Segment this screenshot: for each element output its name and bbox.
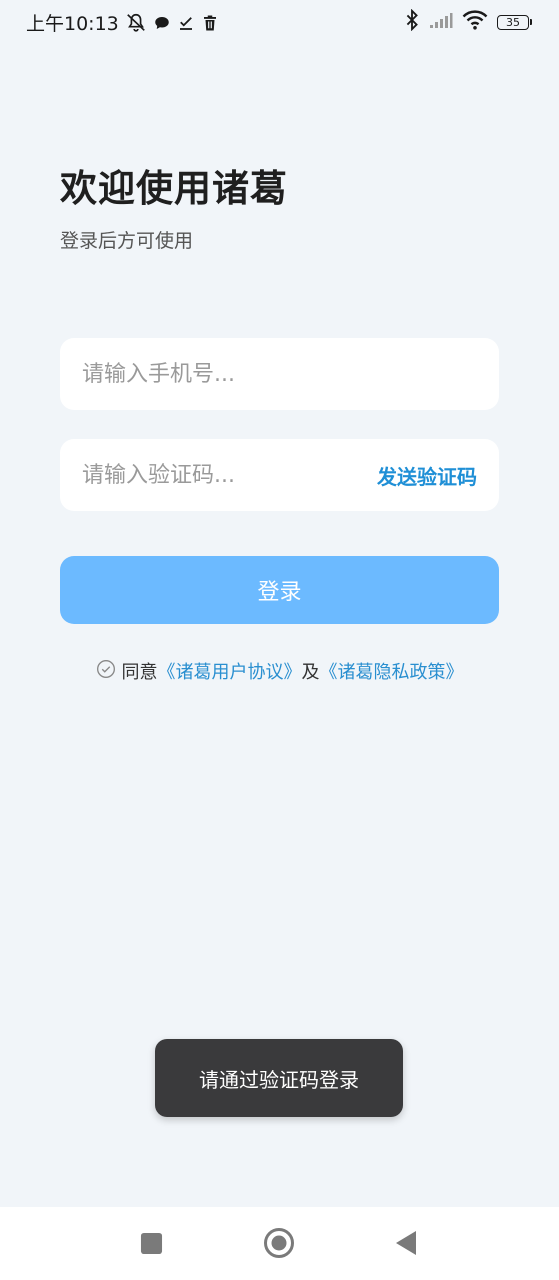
page-subtitle: 登录后方可使用	[60, 230, 194, 252]
code-field-container[interactable]: 发送验证码	[60, 439, 499, 511]
status-right: 35	[404, 8, 532, 35]
phone-input[interactable]	[82, 361, 477, 387]
status-left: 上午10:13	[26, 9, 219, 36]
agreement-prefix: 同意	[121, 662, 158, 683]
chat-bubble-icon	[153, 14, 171, 32]
check-circle-icon[interactable]	[96, 659, 116, 679]
status-bar: 上午10:13 35	[0, 0, 559, 42]
bluetooth-icon	[404, 8, 420, 35]
back-button[interactable]	[395, 1230, 417, 1260]
home-button[interactable]	[263, 1227, 295, 1263]
system-nav-bar	[0, 1207, 559, 1280]
agreement-row: 同意 《诸葛用户协议》 及 《诸葛隐私政策》	[0, 658, 559, 684]
back-triangle-icon	[396, 1231, 416, 1255]
square-icon	[140, 1232, 163, 1255]
battery-level: 35	[506, 15, 520, 29]
toast-message: 请通过验证码登录	[155, 1039, 403, 1117]
status-time: 上午10:13	[26, 13, 119, 35]
agreement-and: 及	[301, 662, 320, 683]
agreement-checkbox[interactable]	[96, 659, 122, 684]
send-code-button[interactable]: 发送验证码	[377, 461, 477, 490]
battery-icon: 35	[497, 14, 532, 30]
home-circle-icon	[264, 1228, 294, 1258]
notifications-off-icon	[125, 12, 147, 34]
wifi-icon	[462, 10, 488, 34]
phone-field-container[interactable]	[60, 338, 499, 410]
login-button[interactable]: 登录	[60, 556, 499, 624]
trash-icon	[201, 14, 219, 32]
privacy-policy-link[interactable]: 《诸葛隐私政策》	[320, 658, 464, 684]
user-agreement-link[interactable]: 《诸葛用户协议》	[158, 658, 302, 684]
recents-button[interactable]	[140, 1232, 163, 1259]
check-icon	[177, 14, 195, 32]
verification-code-input[interactable]	[82, 462, 377, 488]
page-title: 欢迎使用诸葛	[60, 167, 288, 210]
signal-icon	[429, 11, 453, 33]
